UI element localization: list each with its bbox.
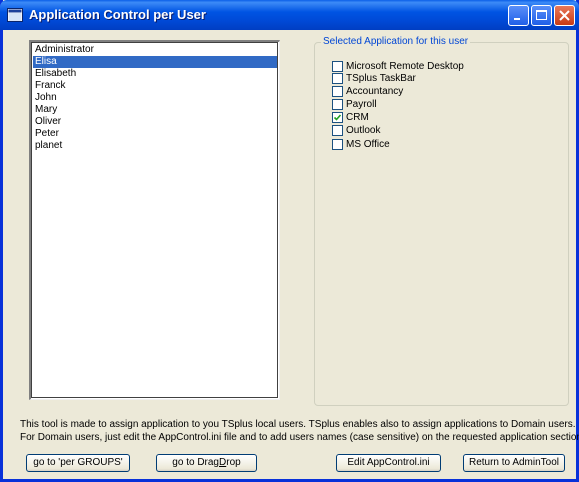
user-list-item[interactable]: Mary (33, 104, 277, 116)
application-checkbox-label: Accountancy (346, 86, 404, 97)
application-checkbox[interactable] (332, 99, 343, 110)
user-list-item[interactable]: Oliver (33, 116, 277, 128)
user-list-item[interactable]: Administrator (33, 44, 277, 56)
application-checkbox-label: Payroll (346, 99, 377, 110)
return-to-admintool-button[interactable]: Return to AdminTool (463, 454, 565, 472)
app-window-icon (7, 7, 23, 22)
application-checkbox-row[interactable]: Accountancy (332, 85, 403, 98)
applications-groupbox: Selected Application for this user Micro… (314, 36, 569, 406)
close-button[interactable] (554, 5, 575, 26)
user-list-item[interactable]: Franck (33, 80, 277, 92)
window-title: Application Control per User (29, 7, 206, 22)
dragdrop-label-suffix: rop (226, 457, 241, 468)
minimize-icon (514, 18, 520, 20)
application-checkbox-row[interactable]: Outlook (332, 124, 380, 137)
application-checkbox[interactable] (332, 125, 343, 136)
application-checkbox[interactable] (332, 86, 343, 97)
edit-appcontrol-ini-button[interactable]: Edit AppControl.ini (336, 454, 441, 472)
application-checkbox-row[interactable]: MS Office (332, 138, 390, 151)
application-checkbox[interactable] (332, 61, 343, 72)
users-listbox[interactable]: Administrator Elisa Elisabeth Franck John Mar… (29, 40, 280, 400)
user-list-item[interactable]: Elisabeth (33, 68, 277, 80)
info-text-line-1: This tool is made to assign application … (20, 419, 576, 430)
app-window: Application Control per User Administrat… (0, 0, 579, 482)
application-checkbox-row[interactable]: TSplus TaskBar (332, 72, 416, 85)
application-checkbox[interactable] (332, 73, 343, 84)
maximize-button[interactable] (531, 5, 552, 26)
application-checkbox-label: CRM (346, 112, 369, 123)
users-list: Administrator Elisa Elisabeth Franck John Mar… (32, 44, 278, 152)
go-to-groups-button[interactable]: go to 'per GROUPS' (26, 454, 130, 472)
application-checkbox-row[interactable]: CRM (332, 111, 369, 124)
dragdrop-label-prefix: go to Drag (172, 457, 219, 468)
user-list-item[interactable]: Elisa (33, 56, 277, 68)
application-checkbox-row[interactable]: Payroll (332, 98, 377, 111)
applications-legend: Selected Application for this user (321, 36, 471, 47)
minimize-button[interactable] (508, 5, 529, 26)
application-checkbox-label: TSplus TaskBar (346, 73, 416, 84)
application-checkbox-label: Outlook (346, 125, 381, 136)
application-checkbox[interactable] (332, 139, 343, 150)
user-list-item[interactable]: planet (33, 140, 277, 152)
checkmark-icon (333, 114, 342, 121)
go-to-dragdrop-button[interactable]: go to DragDrop (156, 454, 257, 472)
close-icon (559, 10, 570, 21)
user-list-item[interactable]: Peter (33, 128, 277, 140)
user-list-item[interactable]: John (33, 92, 277, 104)
title-bar[interactable]: Application Control per User (0, 0, 579, 30)
application-checkbox-label: MS Office (346, 139, 390, 150)
info-text-line-2: For Domain users, just edit the AppContr… (20, 432, 579, 443)
maximize-icon (536, 10, 547, 20)
application-checkbox[interactable] (332, 112, 343, 123)
application-checkbox-label: Microsoft Remote Desktop (346, 61, 464, 72)
